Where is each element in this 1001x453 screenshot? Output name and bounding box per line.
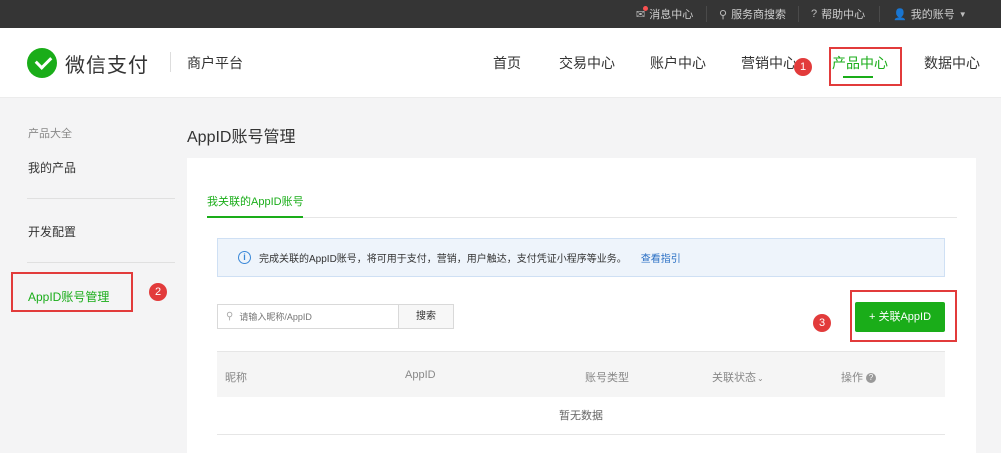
header-divider: [170, 52, 171, 72]
nav-data-center[interactable]: 数据中心: [924, 53, 980, 73]
topbar-divider: [706, 6, 707, 22]
annotation-badge-1: 1: [794, 58, 812, 76]
top-bar: ✉ 消息中心 ⚲ 服务商搜索 ? 帮助中心 👤 我的账号 ▼: [0, 0, 1001, 28]
sidebar-divider: [27, 262, 175, 263]
topbar-divider: [879, 6, 880, 22]
column-header-actions: 操作?: [841, 369, 876, 385]
help-icon[interactable]: ?: [866, 373, 876, 383]
highlight-box-appid-management: [11, 272, 133, 312]
annotation-badge-2: 2: [149, 283, 167, 301]
sidebar-item-dev-config[interactable]: 开发配置: [28, 223, 76, 240]
help-center-link[interactable]: ? 帮助中心: [811, 0, 865, 28]
actions-label: 操作: [841, 372, 863, 384]
search-icon: ⚲: [226, 311, 234, 322]
my-account-menu[interactable]: 👤 我的账号 ▼: [893, 0, 967, 28]
service-search-label: 服务商搜索: [731, 9, 787, 21]
column-header-account-type: 账号类型: [585, 372, 629, 384]
tab-linked-appids[interactable]: 我关联的AppID账号: [207, 193, 304, 209]
highlight-box-add-appid: [850, 290, 957, 342]
table-header: 昵称 AppID 账号类型 关联状态⌄ 操作?: [217, 351, 945, 397]
caret-down-icon: ▼: [958, 9, 967, 19]
info-notice-text: 完成关联的AppID账号，将可用于支付，营销，用户触达，支付凭证小程序等业务。: [259, 254, 627, 265]
help-center-label: 帮助中心: [821, 9, 866, 21]
platform-name: 商户平台: [187, 55, 243, 71]
column-header-link-status[interactable]: 关联状态⌄: [712, 369, 764, 385]
mail-icon: ✉: [636, 5, 649, 21]
wechat-pay-logo-icon: [27, 48, 57, 78]
user-icon: 👤: [893, 8, 907, 21]
search-button[interactable]: 搜索: [398, 304, 454, 329]
chevron-down-icon: ⌄: [757, 374, 764, 383]
topbar-divider: [798, 6, 799, 22]
message-center-link[interactable]: ✉ 消息中心: [636, 0, 693, 28]
help-icon: ?: [811, 8, 818, 20]
tab-bar-divider: [207, 217, 957, 218]
nav-home[interactable]: 首页: [493, 53, 521, 73]
logo[interactable]: 微信支付: [27, 48, 149, 78]
nav-trade-center[interactable]: 交易中心: [559, 53, 615, 73]
annotation-badge-3: 3: [813, 314, 831, 332]
column-header-appid: AppID: [405, 369, 436, 381]
search-field[interactable]: ⚲: [217, 304, 398, 329]
search-icon: ⚲: [719, 8, 728, 21]
sidebar-group-title: 产品大全: [28, 128, 72, 140]
column-header-nickname: 昵称: [225, 372, 247, 384]
table-empty-state: 暂无数据: [217, 397, 945, 435]
highlight-box-product-center: [829, 47, 902, 86]
page-title: AppID账号管理: [187, 129, 296, 146]
view-guide-link[interactable]: 查看指引: [641, 250, 681, 265]
nav-account-center[interactable]: 账户中心: [650, 53, 706, 73]
link-status-label: 关联状态: [712, 372, 756, 384]
notification-dot: [643, 5, 649, 11]
my-account-label: 我的账号: [910, 9, 955, 21]
service-search-link[interactable]: ⚲ 服务商搜索: [719, 0, 786, 28]
sidebar-divider: [27, 198, 175, 199]
info-icon: i: [238, 251, 251, 264]
search-input[interactable]: [239, 311, 380, 322]
nav-marketing-center[interactable]: 营销中心: [741, 53, 797, 73]
info-notice: i 完成关联的AppID账号，将可用于支付，营销，用户触达，支付凭证小程序等业务…: [217, 238, 945, 277]
tab-active-indicator: [207, 216, 303, 218]
sidebar-item-my-products[interactable]: 我的产品: [28, 159, 76, 176]
brand-name: 微信支付: [65, 54, 149, 77]
message-center-label: 消息中心: [649, 9, 694, 21]
